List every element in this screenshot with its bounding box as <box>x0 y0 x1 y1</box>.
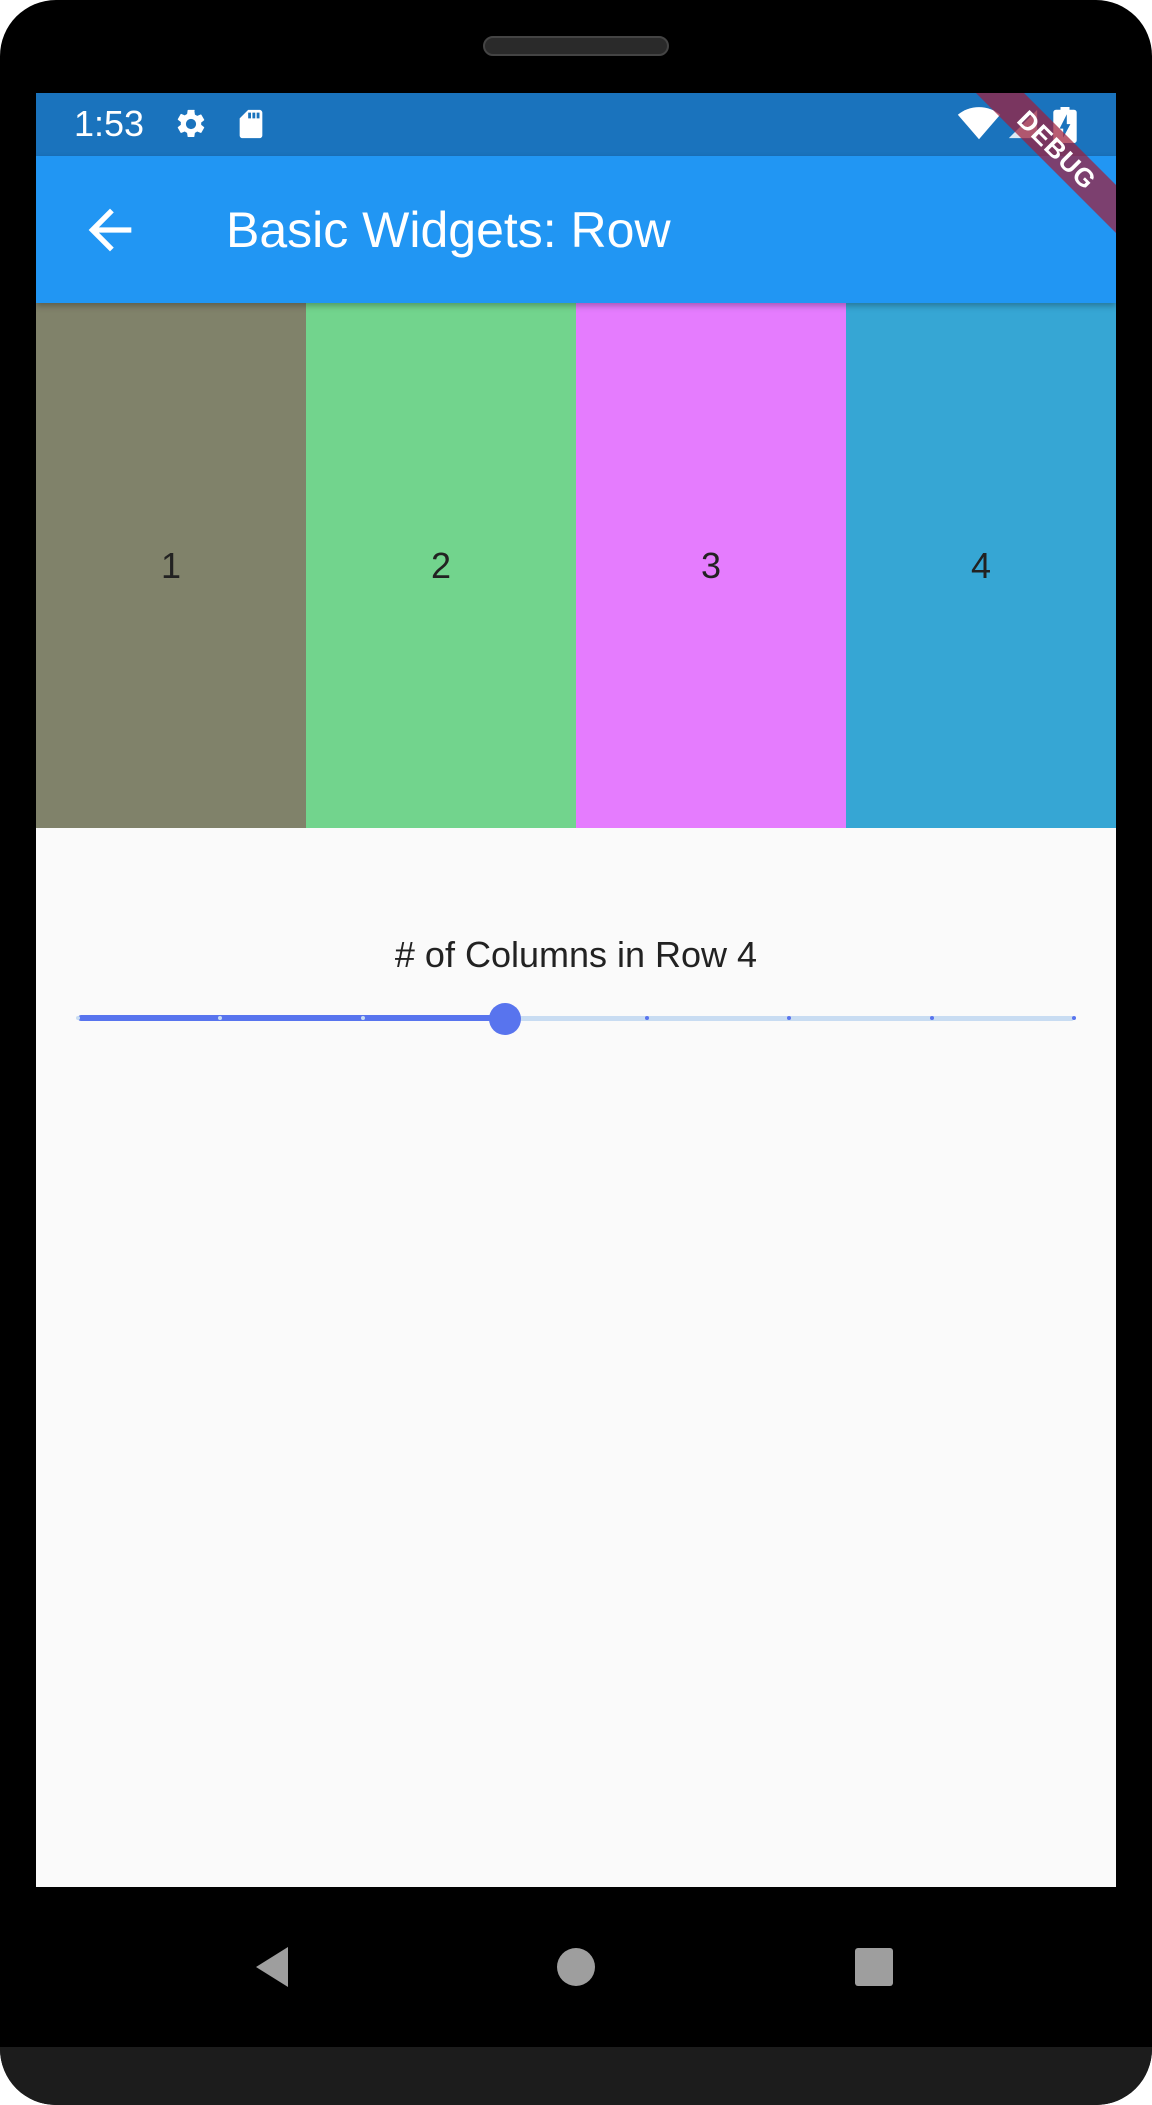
row-column-label: 4 <box>970 544 992 586</box>
status-time: 1:53 <box>74 103 145 144</box>
slider-tick <box>1072 1016 1076 1020</box>
nav-back-button[interactable] <box>242 1935 306 1999</box>
recents-square-icon <box>855 1948 893 1986</box>
row-column-3: 3 <box>576 303 846 828</box>
gear-icon <box>174 107 208 141</box>
back-button[interactable] <box>78 198 142 262</box>
phone-frame: 1:53 Basic Widgets: Row DEBUG 1 2 3 4 # … <box>0 0 1152 2105</box>
bottom-bezel <box>0 2047 1152 2105</box>
row-column-1: 1 <box>36 303 306 828</box>
slider-active-track <box>78 1015 505 1021</box>
row-column-label: 3 <box>700 544 722 586</box>
slider-tick <box>929 1016 934 1020</box>
row-column-label: 2 <box>430 544 452 586</box>
nav-home-button[interactable] <box>544 1935 608 1999</box>
slider-tick <box>76 1016 80 1020</box>
arrow-left-icon <box>88 208 132 252</box>
columns-slider[interactable] <box>76 999 1076 1039</box>
app-bar: Basic Widgets: Row <box>36 156 1116 303</box>
page-title: Basic Widgets: Row <box>226 202 671 258</box>
home-circle-icon <box>557 1948 595 1986</box>
sd-card-icon <box>234 107 268 141</box>
row-column-2: 2 <box>306 303 576 828</box>
row-column-4: 4 <box>846 303 1116 828</box>
slider-thumb[interactable] <box>488 1003 521 1035</box>
row-column-label: 1 <box>160 544 182 586</box>
back-triangle-icon <box>256 1947 288 1987</box>
row-container: 1 2 3 4 <box>36 303 1116 828</box>
nav-recents-button[interactable] <box>842 1935 906 1999</box>
earpiece-speaker <box>483 36 669 56</box>
slider-label: # of Columns in Row 4 <box>394 934 758 975</box>
slider-tick <box>360 1016 365 1020</box>
screen: 1:53 Basic Widgets: Row DEBUG 1 2 3 4 # … <box>36 93 1116 1887</box>
status-bar: 1:53 <box>36 93 1116 156</box>
navigation-bar <box>36 1887 1116 2047</box>
